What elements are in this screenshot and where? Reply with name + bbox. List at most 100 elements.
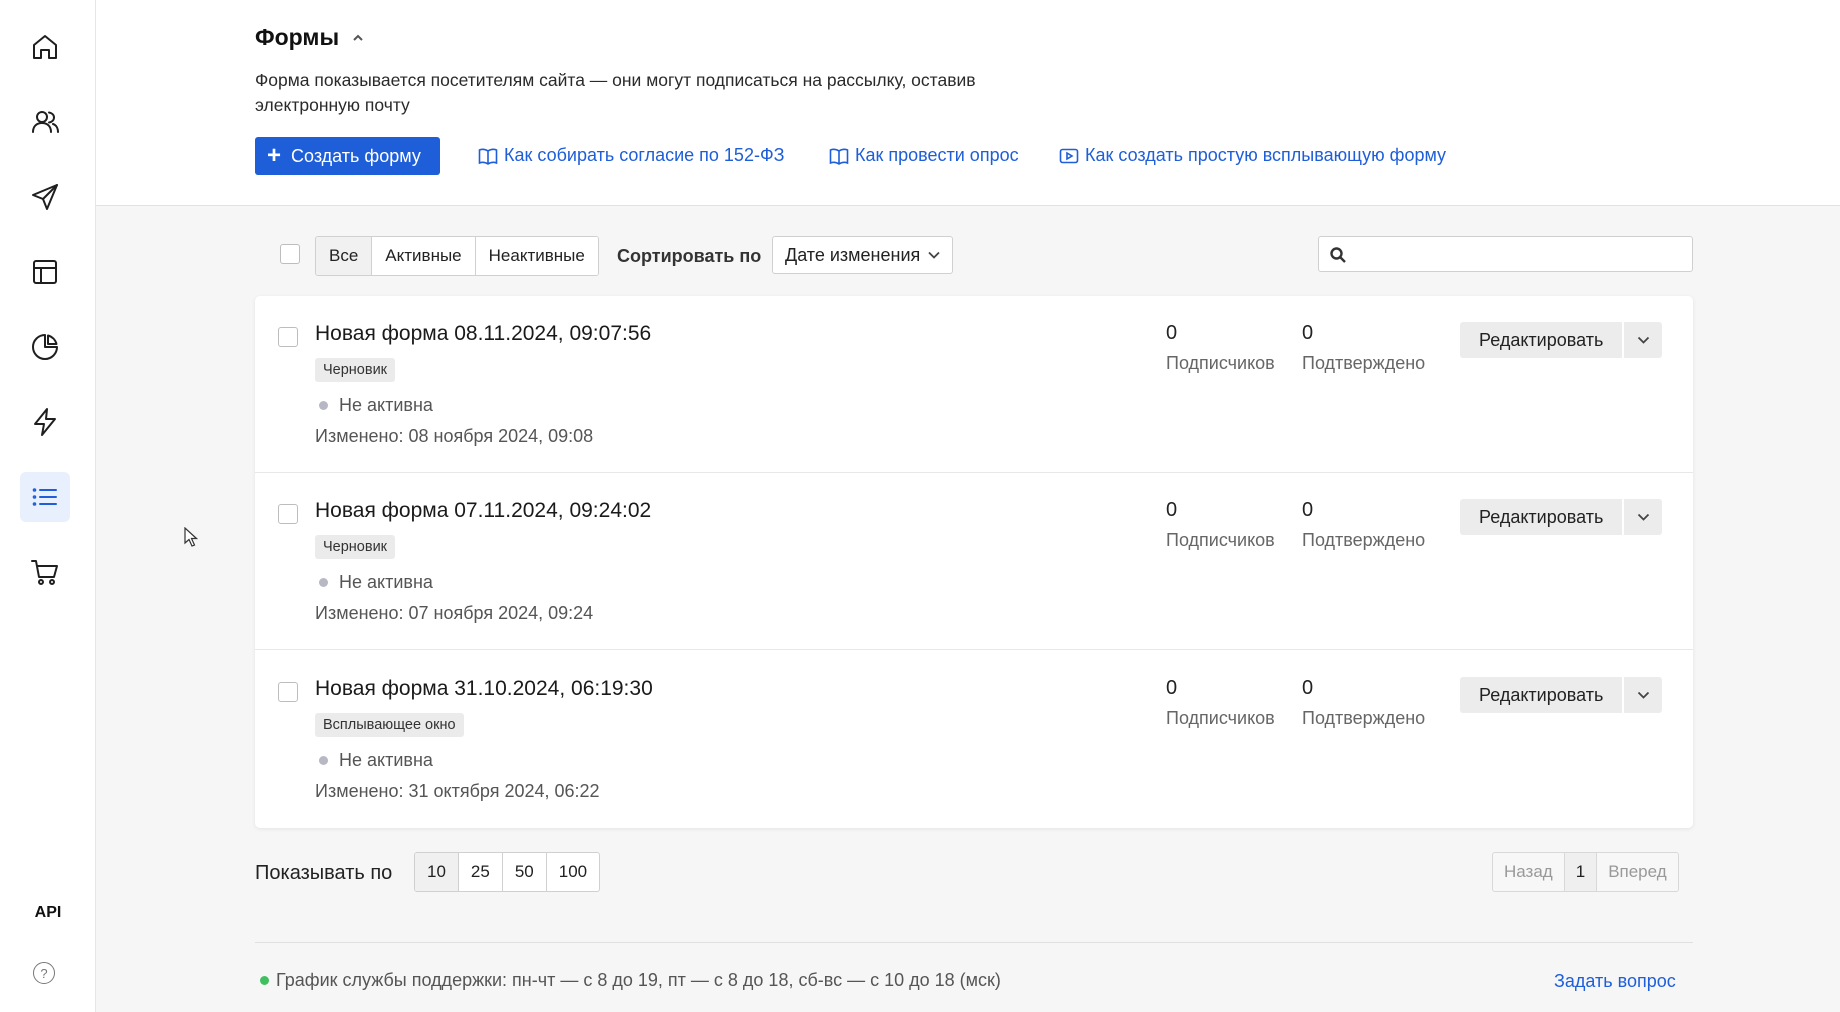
form-name[interactable]: Новая форма 08.11.2024, 09:07:56 <box>315 322 651 346</box>
form-row: Новая форма 07.11.2024, 09:24:02 Чернови… <box>255 473 1693 650</box>
subscribers-count: 0 <box>1166 677 1178 699</box>
status-dot-icon <box>319 756 328 765</box>
search-icon <box>1330 247 1346 263</box>
forms-list: Новая форма 08.11.2024, 09:07:56 Чернови… <box>255 296 1693 828</box>
confirmed-label: Подтверждено <box>1302 353 1426 373</box>
confirmed-label: Подтверждено <box>1302 530 1426 550</box>
page-title-row: Формы <box>255 24 365 51</box>
sidebar-item-forms[interactable] <box>20 472 70 522</box>
support-schedule: График службы поддержки: пн-чт — с 8 до … <box>260 970 1001 991</box>
row-checkbox[interactable] <box>278 504 298 524</box>
ask-question-link[interactable]: Задать вопрос <box>1554 971 1676 992</box>
sort-select[interactable]: Дате изменения <box>772 236 954 274</box>
help-link-popup[interactable]: Как создать простую всплывающую форму <box>1059 145 1446 166</box>
status-dot-icon <box>319 401 328 410</box>
subscribers-label: Подписчиков <box>1166 530 1275 550</box>
edit-group: Редактировать <box>1460 499 1663 535</box>
modified-date: Изменено: 31 октября 2024, 06:22 <box>315 781 600 801</box>
per-page-10[interactable]: 10 <box>415 853 459 891</box>
filter-all[interactable]: Все <box>316 237 373 275</box>
per-page-selector: 10 25 50 100 <box>414 852 601 892</box>
row-checkbox[interactable] <box>278 327 298 347</box>
chevron-down-icon <box>1637 691 1649 699</box>
sidebar-item-home[interactable] <box>20 22 70 72</box>
list-icon <box>32 488 57 506</box>
confirmed-stat: 0 Подтверждено <box>1302 499 1425 551</box>
more-actions-button[interactable] <box>1624 322 1663 358</box>
confirmed-count: 0 <box>1302 499 1314 521</box>
sidebar-item-templates[interactable] <box>20 247 70 297</box>
pagination: Назад 1 Вперед <box>1492 852 1679 892</box>
chevron-down-icon <box>1637 513 1649 521</box>
per-page-label: Показывать по <box>255 862 393 884</box>
create-form-button[interactable]: + Создать форму <box>255 137 440 175</box>
cart-icon <box>31 560 58 585</box>
per-page-100[interactable]: 100 <box>547 853 599 891</box>
edit-group: Редактировать <box>1460 322 1663 358</box>
subscribers-stat: 0 Подписчиков <box>1166 677 1275 729</box>
help-link-survey[interactable]: Как провести опрос <box>829 145 1019 166</box>
confirmed-count: 0 <box>1302 677 1314 699</box>
subscribers-stat: 0 Подписчиков <box>1166 322 1275 374</box>
book-icon <box>829 148 849 165</box>
forms-main: Все Активные Неактивные Сортировать по Д… <box>96 206 1840 1012</box>
send-icon <box>32 184 58 210</box>
modified-date: Изменено: 07 ноября 2024, 09:24 <box>315 603 594 623</box>
chevron-down-icon <box>1637 336 1649 344</box>
next-page-button[interactable]: Вперед <box>1597 853 1677 891</box>
support-text: График службы поддержки: пн-чт — с 8 до … <box>276 970 1001 990</box>
current-page[interactable]: 1 <box>1564 853 1598 891</box>
sidebar-item-campaigns[interactable] <box>20 172 70 222</box>
form-status: Не активна <box>319 395 433 416</box>
online-status-icon <box>260 976 269 985</box>
confirmed-label: Подтверждено <box>1302 708 1426 728</box>
confirmed-stat: 0 Подтверждено <box>1302 322 1425 374</box>
page-description: Форма показывается посетителям сайта — о… <box>255 70 976 115</box>
book-icon <box>478 148 498 165</box>
form-type-badge: Черновик <box>315 358 396 382</box>
status-text: Не активна <box>339 750 433 770</box>
sidebar-item-users[interactable] <box>20 97 70 147</box>
help-icon[interactable]: ? <box>33 962 55 984</box>
help-link-label: Как создать простую всплывающую форму <box>1085 145 1447 165</box>
chevron-up-icon[interactable] <box>351 31 365 45</box>
sidebar: API ? <box>0 0 96 1012</box>
sidebar-item-analytics[interactable] <box>20 322 70 372</box>
users-icon <box>32 111 59 133</box>
edit-group: Редактировать <box>1460 677 1663 713</box>
prev-page-button[interactable]: Назад <box>1493 853 1565 891</box>
select-all-checkbox[interactable] <box>280 244 300 264</box>
form-name[interactable]: Новая форма 31.10.2024, 06:19:30 <box>315 677 653 701</box>
search-input[interactable] <box>1353 237 1683 271</box>
form-status: Не активна <box>319 572 433 593</box>
footer-divider <box>255 942 1693 943</box>
subscribers-label: Подписчиков <box>1166 353 1275 373</box>
more-actions-button[interactable] <box>1624 677 1663 713</box>
filter-inactive[interactable]: Неактивные <box>475 237 598 275</box>
status-filter: Все Активные Неактивные <box>315 236 599 276</box>
help-link-consent[interactable]: Как собирать согласие по 152-ФЗ <box>478 145 785 166</box>
status-text: Не активна <box>339 395 433 415</box>
create-form-label: Создать форму <box>291 145 421 166</box>
subscribers-label: Подписчиков <box>1166 708 1275 728</box>
api-link[interactable]: API <box>0 904 96 922</box>
help-link-label: Как собирать согласие по 152-ФЗ <box>504 145 785 165</box>
row-checkbox[interactable] <box>278 682 298 702</box>
sidebar-item-shop[interactable] <box>20 547 70 597</box>
per-page-50[interactable]: 50 <box>503 853 547 891</box>
edit-button[interactable]: Редактировать <box>1460 677 1623 713</box>
page-title: Формы <box>255 24 340 50</box>
edit-button[interactable]: Редактировать <box>1460 322 1623 358</box>
filter-active[interactable]: Активные <box>372 237 476 275</box>
more-actions-button[interactable] <box>1624 499 1663 535</box>
per-page-25[interactable]: 25 <box>459 853 503 891</box>
confirmed-stat: 0 Подтверждено <box>1302 677 1425 729</box>
status-dot-icon <box>319 578 328 587</box>
edit-button[interactable]: Редактировать <box>1460 499 1623 535</box>
sort-value: Дате изменения <box>785 244 921 265</box>
form-name[interactable]: Новая форма 07.11.2024, 09:24:02 <box>315 499 651 523</box>
plus-icon: + <box>267 142 282 169</box>
form-status: Не активна <box>319 750 433 771</box>
sidebar-item-automation[interactable] <box>20 397 70 447</box>
layout-icon <box>33 260 57 284</box>
